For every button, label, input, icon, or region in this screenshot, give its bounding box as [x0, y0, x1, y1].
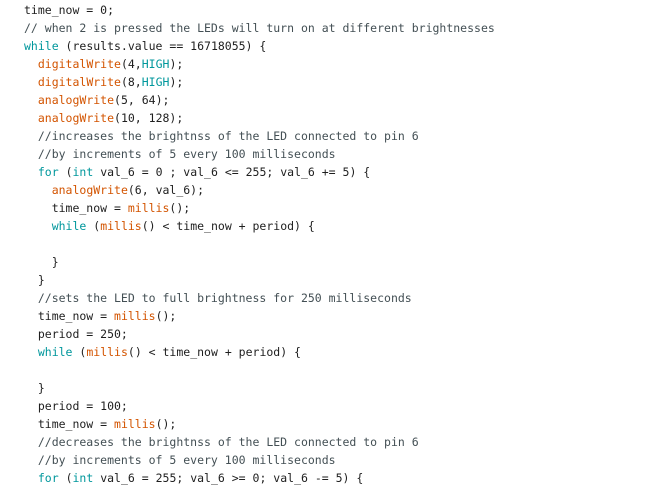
code-token: (); [155, 309, 177, 323]
code-line: digitalWrite(4,HIGH); [24, 55, 183, 73]
code-token: ( [58, 165, 73, 179]
code-token: analogWrite [37, 93, 115, 107]
code-line: while (results.value == 16718055) { [24, 37, 266, 55]
code-token: int [72, 165, 94, 179]
code-token: time_now = 0; [24, 3, 115, 17]
code-token: HIGH [141, 75, 170, 89]
code-token: val_6 = 0 ; val_6 <= 255; val_6 += 5) { [93, 165, 371, 179]
code-line: //decreases the brightnss of the LED con… [24, 433, 419, 451]
code-line: for (int val_6 = 0 ; val_6 <= 255; val_6… [24, 163, 370, 181]
code-token: //decreases the brightnss of the LED con… [24, 435, 419, 449]
code-editor[interactable]: time_now = 0; // when 2 is pressed the LE… [0, 0, 646, 491]
code-token: HIGH [141, 57, 170, 71]
code-token: while [51, 219, 87, 233]
code-token: while [24, 39, 59, 53]
code-token: //by increments of 5 every 100 milliseco… [24, 147, 336, 161]
code-token: time_now = [24, 417, 115, 431]
code-line: //sets the LED to full brightness for 25… [24, 289, 412, 307]
code-token: } [24, 273, 45, 287]
code-token: ( [72, 345, 87, 359]
code-token: period = 250; [24, 327, 128, 341]
code-token: ); [169, 57, 184, 71]
code-token: for [37, 165, 59, 179]
code-line: analogWrite(6, val_6); [24, 181, 204, 199]
code-line: period = 100; [24, 397, 128, 415]
code-token: (6, val_6); [127, 183, 205, 197]
code-line: } [24, 271, 45, 289]
code-line: //increases the brightnss of the LED con… [24, 127, 419, 145]
code-line: analogWrite(10, 128); [24, 109, 183, 127]
code-token: (); [169, 201, 191, 215]
code-token: (10, 128); [114, 111, 184, 125]
code-line: while (millis() < time_now + period) { [24, 217, 315, 235]
code-token: () < time_now + period) { [141, 219, 315, 233]
code-line: time_now = millis(); [24, 415, 177, 433]
code-token: analogWrite [51, 183, 128, 197]
code-token: millis [114, 309, 156, 323]
code-token: time_now = [24, 309, 115, 323]
code-token: millis [114, 417, 156, 431]
code-token: digitalWrite [37, 75, 121, 89]
code-line: digitalWrite(8,HIGH); [24, 73, 183, 91]
code-token: } [24, 381, 45, 395]
code-line: } [24, 379, 45, 397]
code-token: (); [155, 417, 177, 431]
code-token: millis [86, 345, 128, 359]
code-token: // when 2 is pressed the LEDs will turn … [24, 21, 495, 35]
code-token: //by increments of 5 every 100 milliseco… [24, 453, 336, 467]
code-line: for (int val_6 = 255; val_6 >= 0; val_6 … [24, 469, 363, 487]
code-token: while [37, 345, 73, 359]
code-token: millis [100, 219, 142, 233]
code-line: time_now = millis(); [24, 199, 191, 217]
code-token: (4, [120, 57, 142, 71]
code-token: //increases the brightnss of the LED con… [24, 129, 419, 143]
code-line: while (millis() < time_now + period) { [24, 343, 301, 361]
code-token: digitalWrite [37, 57, 121, 71]
code-token: val_6 = 255; val_6 >= 0; val_6 -= 5) { [93, 471, 364, 485]
code-token: } [24, 255, 59, 269]
code-token: ( [58, 471, 73, 485]
code-line: time_now = 0; [24, 1, 114, 19]
code-token: period = 100; [24, 399, 128, 413]
code-line: // when 2 is pressed the LEDs will turn … [24, 19, 495, 37]
code-token: (results.value == 16718055) { [58, 39, 267, 53]
code-token: (5, 64); [114, 93, 170, 107]
code-token: int [72, 471, 94, 485]
code-line: //by increments of 5 every 100 milliseco… [24, 451, 336, 469]
code-token: for [37, 471, 59, 485]
code-line: period = 250; [24, 325, 128, 343]
code-token: //sets the LED to full brightness for 25… [24, 291, 412, 305]
code-token: analogWrite [37, 111, 115, 125]
code-token: ( [86, 219, 101, 233]
code-token: ); [169, 75, 184, 89]
code-token: time_now = [24, 201, 128, 215]
code-token: millis [127, 201, 170, 215]
code-token: () < time_now + period) { [127, 345, 301, 359]
code-line: analogWrite(5, 64); [24, 91, 170, 109]
code-token: (8, [120, 75, 142, 89]
code-line: //by increments of 5 every 100 milliseco… [24, 145, 336, 163]
code-line: } [24, 253, 59, 271]
code-line: time_now = millis(); [24, 307, 177, 325]
